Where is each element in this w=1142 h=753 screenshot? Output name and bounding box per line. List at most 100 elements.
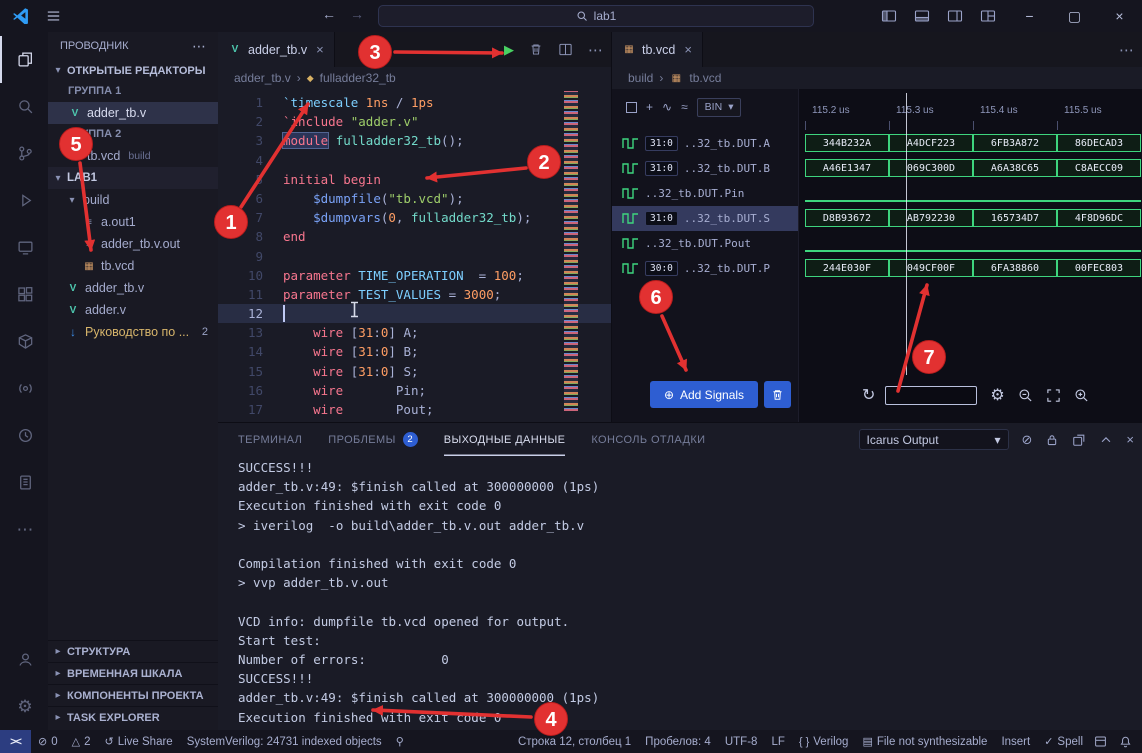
close-tab-icon[interactable]: ×: [316, 42, 324, 57]
tree-item[interactable]: ↓Руководство по ...2: [48, 321, 218, 343]
waveform-row[interactable]: [799, 181, 1142, 206]
signal-name-row[interactable]: ..32_tb.DUT.Pout: [612, 231, 798, 256]
errors[interactable]: ⊘0: [31, 730, 65, 753]
close-panel-icon[interactable]: ×: [1126, 432, 1134, 447]
more-actions-icon[interactable]: ⋯: [1119, 41, 1134, 59]
signal-name-row[interactable]: ..32_tb.DUT.Pin: [612, 181, 798, 206]
activity-notebook-icon[interactable]: [0, 459, 48, 506]
open-output-editor-icon[interactable]: [1072, 433, 1086, 447]
signal-name-row[interactable]: 31:0..32_tb.DUT.B: [612, 156, 798, 181]
encoding[interactable]: UTF-8: [718, 730, 765, 753]
tab-adder-tb[interactable]: V adder_tb.v ×: [218, 32, 335, 67]
sidebar-section[interactable]: ▸TASK EXPLORER: [48, 706, 218, 728]
workspace-section-header[interactable]: ▾ LAB1: [48, 167, 218, 189]
tree-item[interactable]: Vadder.v: [48, 299, 218, 321]
lock-scroll-icon[interactable]: [1045, 433, 1059, 447]
tree-item[interactable]: ≡a.out1: [48, 211, 218, 233]
refresh-icon[interactable]: ↻: [862, 385, 875, 405]
signal-name-row[interactable]: 31:0..32_tb.DUT.S: [612, 206, 798, 231]
open-editor-item[interactable]: ▦tb.vcdbuild: [48, 145, 218, 167]
waveform-row[interactable]: D8B93672AB792230165734D74F8D96DC: [799, 206, 1142, 231]
menu-icon[interactable]: [46, 9, 61, 23]
waveform-area[interactable]: 115.2 us115.3 us115.4 us115.5 us 344B232…: [799, 89, 1142, 422]
clear-output-icon[interactable]: ⊘: [1022, 432, 1033, 448]
waveform-row[interactable]: A46E1347069C300DA6A38C65C8AECC09: [799, 156, 1142, 181]
maximize-button[interactable]: ▢: [1052, 0, 1097, 32]
activity-explorer-icon[interactable]: [0, 36, 48, 83]
customize-layout-icon[interactable]: [980, 8, 996, 24]
signal-name-row[interactable]: 30:0..32_tb.DUT.P: [612, 256, 798, 281]
zoom-fit-icon[interactable]: [1046, 388, 1061, 403]
toggle-sidebar-icon[interactable]: [881, 8, 897, 24]
value-format-select[interactable]: BIN ▾: [697, 98, 742, 117]
minimize-button[interactable]: −: [1007, 0, 1052, 32]
activity-extensions-icon[interactable]: [0, 271, 48, 318]
language-status[interactable]: SystemVerilog: 24731 indexed objects: [180, 730, 389, 753]
minimap[interactable]: [564, 91, 578, 411]
activity-live-share-icon[interactable]: [0, 365, 48, 412]
bell-icon[interactable]: [1119, 735, 1132, 749]
signal-name-row[interactable]: 31:0..32_tb.DUT.A: [612, 131, 798, 156]
more-actions-icon[interactable]: ⋯: [192, 38, 206, 55]
sidebar-section[interactable]: ▸КОМПОНЕНТЫ ПРОЕКТА: [48, 684, 218, 706]
editor-layout-icon[interactable]: [1094, 735, 1107, 748]
time-search-input[interactable]: [885, 386, 977, 405]
tree-item[interactable]: Vadder_tb.v: [48, 277, 218, 299]
locator[interactable]: ⚲: [389, 730, 411, 753]
open-editor-item[interactable]: Vadder_tb.v: [48, 102, 218, 124]
zoom-out-icon[interactable]: [1018, 388, 1033, 403]
zoom-in-icon[interactable]: [1074, 388, 1089, 403]
synthesis-status[interactable]: ▤File not synthesizable: [855, 730, 994, 753]
cursor-position[interactable]: Строка 12, столбец 1: [511, 730, 638, 753]
toggle-panel-icon[interactable]: [914, 8, 930, 24]
remove-signals-button[interactable]: [764, 381, 791, 408]
tree-item[interactable]: ▦tb.vcd: [48, 255, 218, 277]
language-mode[interactable]: { }Verilog: [792, 730, 856, 753]
activity-source-control-icon[interactable]: [0, 130, 48, 177]
activity-more-icon[interactable]: ⋯: [0, 506, 48, 553]
toggle-secondary-sidebar-icon[interactable]: [947, 8, 963, 24]
add-signals-button[interactable]: ⊕ Add Signals: [650, 381, 758, 408]
eol[interactable]: LF: [764, 730, 791, 753]
breadcrumb[interactable]: build › ▦ tb.vcd: [612, 67, 1142, 89]
waveform-row[interactable]: 244E030F049CF00F6FA3886000FEC803: [799, 256, 1142, 281]
time-marker-line[interactable]: [906, 93, 907, 375]
code-editor[interactable]: 1`timescale 1ns / 1ps2`include "adder.v"…: [218, 89, 611, 422]
remote-indicator[interactable]: ><: [0, 730, 31, 753]
output-channel-select[interactable]: Icarus Output ▾: [859, 429, 1009, 450]
breadcrumb[interactable]: adder_tb.v › ◆ fulladder32_tb: [218, 67, 611, 89]
run-button[interactable]: ▶: [504, 42, 514, 58]
close-tab-icon[interactable]: ×: [684, 42, 692, 57]
waveform-row[interactable]: 344B232AA4DCF2236FB3A87286DECAD3: [799, 131, 1142, 156]
waveform-row[interactable]: [799, 231, 1142, 256]
more-actions-icon[interactable]: ⋯: [588, 41, 603, 59]
maximize-panel-icon[interactable]: [1099, 433, 1113, 447]
panel-tab[interactable]: ТЕРМИНАЛ: [238, 423, 302, 456]
trash-icon[interactable]: [529, 42, 543, 57]
close-button[interactable]: ×: [1097, 0, 1142, 32]
activity-history-icon[interactable]: [0, 412, 48, 459]
color-swatch-icon[interactable]: [626, 102, 637, 113]
sidebar-section[interactable]: ▸ВРЕМЕННАЯ ШКАЛА: [48, 662, 218, 684]
insert-mode[interactable]: Insert: [994, 730, 1037, 753]
tree-item[interactable]: ▾build: [48, 189, 218, 211]
nav-forward-icon[interactable]: →: [350, 6, 364, 22]
panel-tab[interactable]: КОНСОЛЬ ОТЛАДКИ: [591, 423, 705, 456]
panel-tab[interactable]: ПРОБЛЕМЫ2: [328, 423, 417, 456]
account-icon[interactable]: [0, 636, 48, 683]
activity-run-debug-icon[interactable]: [0, 177, 48, 224]
waveform-style-icon[interactable]: ∿: [662, 100, 672, 114]
add-marker-icon[interactable]: +: [646, 100, 653, 114]
open-editors-section-header[interactable]: ▾ ОТКРЫТЫЕ РЕДАКТОРЫ: [48, 60, 218, 81]
gear-icon[interactable]: ⚙: [990, 385, 1004, 405]
activity-remote-explorer-icon[interactable]: [0, 224, 48, 271]
sidebar-section[interactable]: ▸СТРУКТУРА: [48, 640, 218, 662]
warnings[interactable]: △2: [65, 730, 98, 753]
waveform-style-icon-2[interactable]: ≈: [681, 100, 688, 114]
indentation[interactable]: Пробелов: 4: [638, 730, 718, 753]
activity-search-icon[interactable]: [0, 83, 48, 130]
tree-item[interactable]: ≡adder_tb.v.out: [48, 233, 218, 255]
settings-gear-icon[interactable]: ⚙: [0, 683, 48, 730]
search-box[interactable]: lab1: [378, 5, 814, 27]
nav-back-icon[interactable]: ←: [322, 6, 336, 22]
